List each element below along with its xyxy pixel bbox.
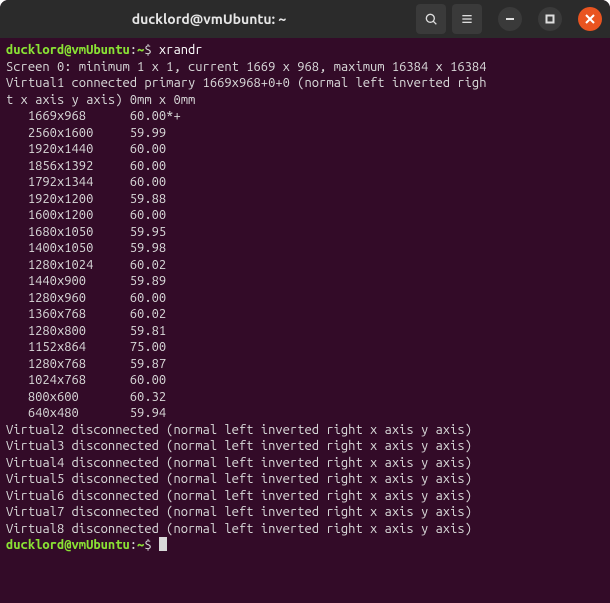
output-line: Virtual3 disconnected (normal left inver… — [6, 439, 472, 453]
mode-line: 1600x1200 60.00 — [6, 208, 166, 222]
mode-line: 1280x768 59.87 — [6, 357, 166, 371]
mode-line: 1400x1050 59.98 — [6, 241, 166, 255]
titlebar: ducklord@vmUbuntu: ~ — [0, 0, 610, 38]
terminal-body[interactable]: ducklord@vmUbuntu:~$ xrandr Screen 0: mi… — [0, 38, 610, 603]
prompt-user-host: ducklord@vmUbuntu — [6, 43, 130, 57]
menu-icon — [459, 11, 475, 27]
search-icon — [423, 11, 439, 27]
mode-line: 1280x960 60.00 — [6, 291, 166, 305]
mode-line: 1680x1050 59.95 — [6, 225, 166, 239]
output-line: Virtual4 disconnected (normal left inver… — [6, 456, 472, 470]
menu-button[interactable] — [452, 4, 482, 34]
cursor — [159, 537, 167, 551]
mode-line: 640x480 59.94 — [6, 406, 166, 420]
prompt-colon: : — [130, 538, 137, 552]
mode-line: 1440x900 59.89 — [6, 274, 166, 288]
mode-line: 1920x1440 60.00 — [6, 142, 166, 156]
mode-line: 1280x800 59.81 — [6, 324, 166, 338]
output-line: Virtual5 disconnected (normal left inver… — [6, 472, 472, 486]
prompt-colon: : — [130, 43, 137, 57]
mode-line: 1856x1392 60.00 — [6, 159, 166, 173]
prompt-dollar: $ — [144, 538, 159, 552]
mode-line: 1360x768 60.02 — [6, 307, 166, 321]
mode-line: 1669x968 60.00*+ — [6, 109, 181, 123]
prompt-dollar: $ — [144, 43, 159, 57]
output-line: Virtual2 disconnected (normal left inver… — [6, 423, 472, 437]
output-line: Screen 0: minimum 1 x 1, current 1669 x … — [6, 60, 486, 74]
minimize-icon — [505, 14, 515, 24]
mode-line: 2560x1600 59.99 — [6, 126, 166, 140]
entered-command: xrandr — [159, 43, 203, 57]
mode-line: 1792x1344 60.00 — [6, 175, 166, 189]
output-line: Virtual1 connected primary 1669x968+0+0 … — [6, 76, 486, 90]
mode-line: 1152x864 75.00 — [6, 340, 166, 354]
mode-line: 1280x1024 60.02 — [6, 258, 166, 272]
output-line: Virtual7 disconnected (normal left inver… — [6, 505, 472, 519]
mode-line: 1920x1200 59.88 — [6, 192, 166, 206]
terminal-window: ducklord@vmUbuntu: ~ ducklord@vmUbuntu:~… — [0, 0, 610, 603]
search-button[interactable] — [416, 4, 446, 34]
prompt-user-host: ducklord@vmUbuntu — [6, 538, 130, 552]
maximize-button[interactable] — [538, 7, 562, 31]
minimize-button[interactable] — [498, 7, 522, 31]
close-icon — [585, 14, 595, 24]
maximize-icon — [545, 14, 555, 24]
close-button[interactable] — [578, 7, 602, 31]
mode-line: 1024x768 60.00 — [6, 373, 166, 387]
output-line: t x axis y axis) 0mm x 0mm — [6, 93, 195, 107]
mode-line: 800x600 60.32 — [6, 390, 166, 404]
output-line: Virtual6 disconnected (normal left inver… — [6, 489, 472, 503]
window-title: ducklord@vmUbuntu: ~ — [132, 11, 287, 27]
output-line: Virtual8 disconnected (normal left inver… — [6, 522, 472, 536]
